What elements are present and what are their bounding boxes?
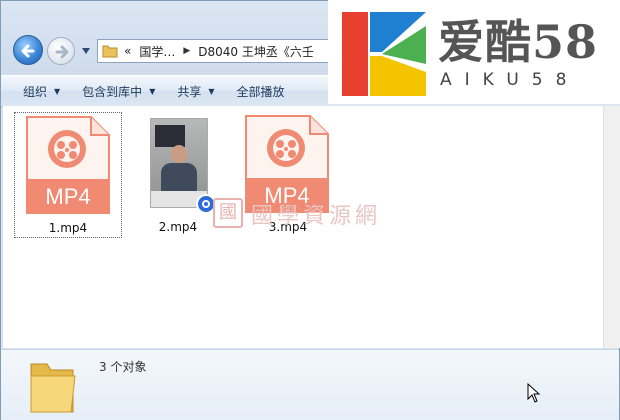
- dropdown-caret-icon: ▼: [149, 86, 156, 96]
- logo-subtitle: AIKU58: [440, 70, 580, 90]
- item-count: 3 个对象: [99, 360, 147, 374]
- mp4-file-icon: MP4: [26, 116, 110, 214]
- forward-button[interactable]: [47, 37, 75, 65]
- video-thumbnail: [150, 118, 208, 208]
- folder-icon: [30, 363, 76, 413]
- breadcrumb-separator-icon[interactable]: ▶: [183, 46, 190, 56]
- back-arrow-icon: [21, 44, 35, 58]
- vertical-scrollbar[interactable]: [603, 106, 620, 348]
- watermark-seal: 國: [213, 198, 243, 228]
- toolbar-label: 包含到库中: [82, 84, 143, 99]
- watermark-text: 國學資源網: [251, 204, 382, 229]
- mouse-cursor-icon: [527, 383, 541, 403]
- include-in-library-menu[interactable]: 包含到库中 ▼: [82, 83, 155, 100]
- forward-arrow-icon: [55, 45, 69, 59]
- breadcrumb-segment[interactable]: 国学…: [139, 43, 175, 60]
- file-item[interactable]: MP4 1.mp4: [14, 112, 122, 238]
- file-list-pane[interactable]: MP4 1.mp4 2.mp4 MP4 3.mp4 國 國學資源網: [3, 106, 603, 348]
- address-bar[interactable]: « 国学… ▶ D8040 王坤丞《六壬: [97, 39, 337, 63]
- file-name: 1.mp4: [48, 221, 88, 235]
- aiku58-logo-mark-icon: [342, 12, 426, 96]
- dropdown-caret-icon: ▼: [54, 86, 61, 96]
- aiku58-logo: 爱酷58 AIKU58: [328, 0, 620, 104]
- address-overflow-chevron[interactable]: «: [124, 44, 131, 58]
- history-dropdown-icon[interactable]: [81, 47, 91, 55]
- logo-title: 爱酷58: [438, 15, 599, 69]
- play-all-button[interactable]: 全部播放: [237, 83, 285, 100]
- toolbar-label: 全部播放: [236, 84, 285, 99]
- organize-menu[interactable]: 组织 ▼: [23, 83, 60, 100]
- toolbar-label: 组织: [23, 84, 48, 99]
- breadcrumb-segment[interactable]: D8040 王坤丞《六壬: [198, 43, 314, 60]
- dropdown-caret-icon: ▼: [208, 86, 215, 96]
- share-menu[interactable]: 共享 ▼: [177, 83, 214, 100]
- toolbar-label: 共享: [177, 84, 202, 99]
- mp4-badge-text: MP4: [45, 184, 90, 209]
- folder-icon: [102, 45, 118, 58]
- back-button[interactable]: [13, 35, 43, 65]
